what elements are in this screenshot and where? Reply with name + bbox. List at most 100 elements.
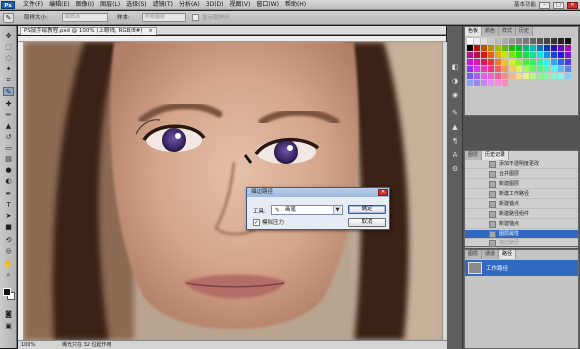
minimize-button[interactable]: – [539, 1, 550, 9]
color-swatch[interactable] [495, 38, 501, 44]
color-swatch[interactable] [509, 52, 515, 58]
color-swatch[interactable] [502, 38, 508, 44]
tool-presets-icon[interactable]: ⚙ [450, 164, 460, 174]
tab-history-top[interactable]: 历史 [516, 27, 534, 36]
brush-tool-icon[interactable]: ✏ [3, 111, 14, 120]
shape-tool-icon[interactable]: ■ [3, 223, 14, 232]
menu-filter[interactable]: 滤镜(T) [150, 1, 176, 9]
color-swatch[interactable] [558, 66, 564, 72]
adjustments-icon[interactable]: ◑ [450, 76, 460, 86]
color-swatch[interactable] [488, 73, 494, 79]
blur-tool-icon[interactable]: ● [3, 166, 14, 175]
color-swatch[interactable] [516, 52, 522, 58]
dialog-close-icon[interactable]: ✕ [378, 189, 388, 196]
history-item-selected[interactable]: 图层属性 [465, 230, 578, 239]
color-swatch[interactable] [565, 73, 571, 79]
eraser-tool-icon[interactable]: ▭ [3, 144, 14, 153]
color-swatch[interactable] [467, 59, 473, 65]
crop-tool-icon[interactable]: ⌗ [3, 76, 14, 85]
close-button[interactable]: ✕ [567, 1, 578, 9]
sample-size-select[interactable]: 取样点 [62, 13, 108, 22]
color-swatch[interactable] [530, 66, 536, 72]
color-swatch[interactable] [502, 59, 508, 65]
tab-paths[interactable]: 路径 [499, 250, 517, 259]
color-swatch[interactable] [502, 66, 508, 72]
tool-select[interactable]: ✎ 画笔 ▼ [271, 205, 343, 215]
quick-select-tool-icon[interactable]: ✦ [3, 65, 14, 74]
color-swatch[interactable] [544, 52, 550, 58]
color-swatch[interactable] [565, 52, 571, 58]
color-swatch[interactable] [551, 45, 557, 51]
history-item[interactable]: 新建图层 [465, 180, 578, 189]
tab-channels[interactable]: 通道 [482, 250, 500, 259]
color-swatch[interactable] [502, 73, 508, 79]
menu-select[interactable]: 选择(S) [123, 1, 150, 9]
color-swatch[interactable] [467, 52, 473, 58]
hand-tool-icon[interactable]: ✋ [3, 260, 14, 269]
color-swatch[interactable] [565, 59, 571, 65]
color-swatch[interactable] [530, 38, 536, 44]
tab-history[interactable]: 历史记录 [482, 151, 510, 160]
color-swatch[interactable] [488, 66, 494, 72]
color-swatch[interactable] [488, 52, 494, 58]
sample-select[interactable]: 所有图层 [142, 13, 186, 22]
color-swatch[interactable] [481, 66, 487, 72]
history-item[interactable]: 新建锚点 [465, 200, 578, 209]
color-swatch[interactable] [467, 38, 473, 44]
color-swatch[interactable] [544, 59, 550, 65]
color-swatch[interactable] [530, 59, 536, 65]
zoom-tool-icon[interactable]: ⌕ [3, 271, 14, 280]
menu-edit[interactable]: 编辑(E) [46, 1, 72, 9]
color-swatch[interactable] [530, 45, 536, 51]
history-item[interactable]: 添加不透明度更改 [465, 160, 578, 169]
color-swatch[interactable] [509, 73, 515, 79]
color-panel-icon[interactable]: ◧ [450, 62, 460, 72]
history-item-undone[interactable]: 描边路径 [465, 239, 578, 248]
tab-layers[interactable]: 图层 [465, 151, 483, 160]
menu-image[interactable]: 图像(I) [73, 1, 97, 9]
color-swatch[interactable] [495, 66, 501, 72]
color-swatch[interactable] [516, 38, 522, 44]
color-swatch[interactable] [551, 59, 557, 65]
color-swatch[interactable] [565, 38, 571, 44]
eyedropper-tool-icon[interactable]: ✎ [3, 87, 14, 96]
color-swatch[interactable] [488, 59, 494, 65]
menu-view[interactable]: 视图(V) [227, 1, 254, 9]
color-swatch[interactable] [523, 59, 529, 65]
foreground-color-swatch[interactable] [3, 288, 11, 296]
color-swatch[interactable] [537, 45, 543, 51]
color-swatch[interactable] [537, 52, 543, 58]
color-swatch[interactable] [474, 66, 480, 72]
eyedropper-icon[interactable]: ✎ [3, 13, 14, 23]
color-swatch[interactable] [495, 59, 501, 65]
gradient-tool-icon[interactable]: ▤ [3, 155, 14, 164]
history-item[interactable]: 新建锚点 [465, 220, 578, 229]
menu-3d[interactable]: 3D(D) [203, 1, 227, 9]
clone-source-icon[interactable]: ▲ [450, 122, 460, 132]
color-swatch[interactable] [558, 38, 564, 44]
color-swatch[interactable] [474, 59, 480, 65]
color-swatch[interactable] [502, 80, 508, 86]
history-item[interactable]: 合并图层 [465, 170, 578, 179]
color-swatch[interactable] [558, 45, 564, 51]
color-swatch[interactable] [544, 73, 550, 79]
color-swatch[interactable] [474, 52, 480, 58]
color-swatch[interactable] [537, 73, 543, 79]
color-swatch[interactable] [565, 66, 571, 72]
color-swatch[interactable] [544, 45, 550, 51]
marquee-tool-icon[interactable]: ⬚ [3, 43, 14, 52]
color-swatch[interactable] [474, 80, 480, 86]
path-item-work-path[interactable]: 工作路径 [465, 260, 578, 276]
color-swatch[interactable] [481, 80, 487, 86]
color-swatch[interactable] [474, 38, 480, 44]
color-swatch[interactable] [558, 52, 564, 58]
color-swatch[interactable] [509, 66, 515, 72]
character-icon[interactable]: A [450, 150, 460, 160]
clone-stamp-tool-icon[interactable]: ▲ [3, 122, 14, 131]
color-swatch[interactable] [495, 73, 501, 79]
history-brush-tool-icon[interactable]: ↺ [3, 133, 14, 142]
color-swatch[interactable] [551, 52, 557, 58]
color-swatch[interactable] [481, 38, 487, 44]
brush-panel-icon[interactable]: ✎ [450, 108, 460, 118]
paragraph-icon[interactable]: ¶ [450, 136, 460, 146]
